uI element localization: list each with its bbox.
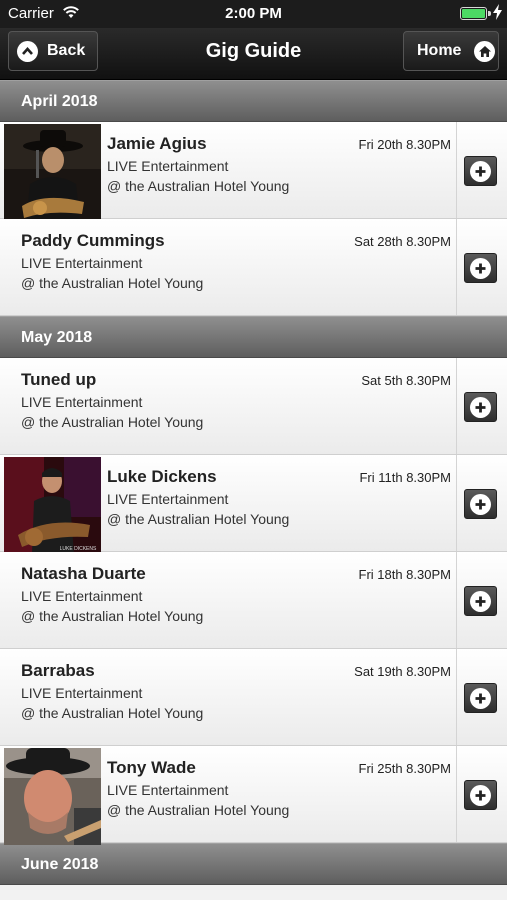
section-header: April 2018 [0,80,507,122]
add-gig-button[interactable] [464,392,497,422]
gig-row[interactable]: Tuned up LIVE Entertainment @ the Austra… [0,358,507,455]
gig-type: LIVE Entertainment [21,394,143,410]
nav-bar: Back Gig Guide Home [0,28,507,80]
gig-venue: @ the Australian Hotel Young [107,802,290,818]
artist-name: Tuned up [21,370,97,389]
gig-date: Fri 18th 8.30PM [358,567,452,582]
bolt-icon [493,4,502,20]
add-gig-button[interactable] [464,586,497,616]
row-divider [456,219,457,315]
artist-photo [4,124,101,221]
gig-row[interactable]: LUKE DICKENS Luke Dickens LIVE Entertain… [0,455,507,554]
gig-venue: @ the Australian Hotel Young [21,414,204,430]
row-divider [456,455,457,551]
artist-name: Jamie Agius [107,134,207,153]
plus-icon [470,687,491,709]
add-gig-button[interactable] [464,780,497,810]
artist-photo: LUKE DICKENS [4,457,101,554]
gig-venue: @ the Australian Hotel Young [107,178,290,194]
plus-icon [470,590,491,612]
add-gig-button[interactable] [464,683,497,713]
artist-name: Natasha Duarte [21,564,146,583]
home-button[interactable]: Home [403,31,499,71]
gig-date: Fri 11th 8.30PM [359,470,451,485]
gig-type: LIVE Entertainment [107,158,229,174]
plus-icon [470,257,491,279]
gig-type: LIVE Entertainment [107,782,229,798]
gig-row[interactable]: Natasha Duarte LIVE Entertainment @ the … [0,552,507,649]
section-header: June 2018 [0,843,507,885]
artist-name: Tony Wade [107,758,196,777]
add-gig-button[interactable] [464,156,497,186]
gig-type: LIVE Entertainment [21,588,143,604]
row-divider [456,746,457,842]
gig-row[interactable]: Paddy Cummings LIVE Entertainment @ the … [0,219,507,316]
gig-type: LIVE Entertainment [21,255,143,271]
gig-date: Sat 28th 8.30PM [354,234,451,249]
artist-name: Paddy Cummings [21,231,165,250]
artist-name: Luke Dickens [107,467,217,486]
gig-venue: @ the Australian Hotel Young [107,511,290,527]
row-divider [456,122,457,218]
gig-row[interactable]: Tony Wade LIVE Entertainment @ the Austr… [0,746,507,845]
battery-tip [488,11,491,16]
plus-icon [470,160,491,182]
row-divider [456,649,457,745]
gig-row[interactable]: Jamie Agius LIVE Entertainment @ the Aus… [0,122,507,221]
plus-icon [470,396,491,418]
gig-date: Fri 25th 8.30PM [358,761,452,776]
row-divider [456,552,457,648]
home-label: Home [417,42,462,59]
gig-type: LIVE Entertainment [21,685,143,701]
gig-date: Sat 19th 8.30PM [354,664,451,679]
gig-venue: @ the Australian Hotel Young [21,275,204,291]
home-icon [474,40,496,62]
clock: 2:00 PM [225,5,282,22]
gig-venue: @ the Australian Hotel Young [21,608,204,624]
plus-icon [470,784,491,806]
gig-date: Fri 20th 8.30PM [358,137,452,152]
gig-list: April 2018 Jamie Agius LIVE Entertainmen… [0,80,507,885]
gig-date: Sat 5th 8.30PM [361,373,451,388]
section-header: May 2018 [0,316,507,358]
battery-icon [460,7,487,20]
gig-row[interactable]: Barrabas LIVE Entertainment @ the Austra… [0,649,507,746]
artist-photo [4,748,101,845]
add-gig-button[interactable] [464,253,497,283]
gig-type: LIVE Entertainment [107,491,229,507]
artist-name: Barrabas [21,661,95,680]
row-divider [456,358,457,454]
gig-venue: @ the Australian Hotel Young [21,705,204,721]
add-gig-button[interactable] [464,489,497,519]
plus-icon [470,493,491,515]
status-bar: Carrier 2:00 PM [0,0,507,28]
